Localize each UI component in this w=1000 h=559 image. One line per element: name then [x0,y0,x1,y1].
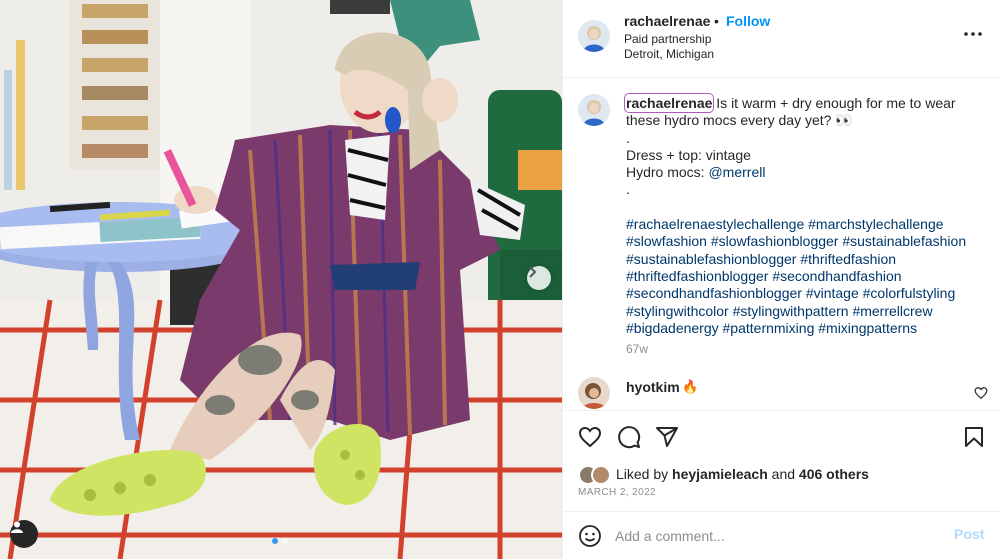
author-username[interactable]: rachaelrenae [624,13,710,29]
hashtag-line[interactable]: #rachaelrenaestylechallenge #marchstylec… [626,216,986,233]
comment-text: 🔥 [682,379,699,394]
post-photo[interactable] [0,0,562,559]
user-tag-icon [11,521,23,533]
user-tags-button[interactable] [10,520,38,548]
comment-icon[interactable] [617,425,641,449]
hashtag-line[interactable]: #secondhandfashionblogger #vintage #colo… [626,285,986,302]
post-header: rachaelrenae • Follow Paid partnership D… [563,0,1000,78]
emoji-icon[interactable] [578,524,602,548]
photo-illustration [0,0,562,559]
caption-username[interactable]: rachaelrenae [623,93,715,113]
next-slide-button[interactable] [527,266,551,290]
likes-prefix: Liked by [616,466,673,482]
avatar-image [578,94,610,126]
bookmark-icon[interactable] [962,425,986,449]
caption-text-line: Dress + top: vintage [626,146,751,163]
caption-author-avatar[interactable] [578,94,610,126]
hashtag-line[interactable]: #stylingwithcolor #stylingwithpattern #m… [626,303,986,320]
hashtag-line[interactable]: #thriftedfashionblogger #secondhandfashi… [626,268,986,285]
caption-text-line: . [626,129,630,146]
more-icon[interactable] [963,24,983,44]
author-avatar[interactable] [578,20,610,52]
likes-conjunction: and [767,466,799,482]
post-comment-button[interactable]: Post [954,526,984,542]
post-date[interactable]: MARCH 2, 2022 [578,487,656,498]
caption-text-line: Hydro mocs: [626,164,709,181]
caption-text-line: Is it warm + dry enough for me to wear [712,95,956,111]
mention-link[interactable]: @merrell [708,164,765,180]
caption-text-line: these hydro mocs every day yet? 👀 [626,112,853,129]
header-separator: • [714,13,719,29]
carousel-dot-2 [282,538,288,544]
location-link[interactable]: Detroit, Michigan [624,47,714,61]
comment-composer: Post [563,511,1000,559]
liked-by-avatars[interactable] [578,465,612,485]
liker-avatar [591,465,611,485]
avatar-image [578,377,610,409]
comment-like-heart-icon[interactable] [974,386,988,400]
follow-button[interactable]: Follow [726,13,770,29]
likes-summary: Liked by heyjamieleach and 406 others [616,466,869,482]
carousel-indicator [272,538,288,544]
comment-input[interactable] [615,524,945,548]
action-bar: Liked by heyjamieleach and 406 others MA… [563,410,1000,515]
comment-username[interactable]: hyotkim [626,379,680,395]
hashtag-line[interactable]: #sustainablefashionblogger #thriftedfash… [626,251,986,268]
paid-partnership-label[interactable]: Paid partnership [624,32,711,46]
caption-text-line: . [626,181,630,198]
hashtag-line[interactable]: #bigdadenergy #patternmixing #mixingpatt… [626,320,986,337]
chevron-right-icon [529,266,537,278]
heart-icon[interactable] [578,425,602,449]
avatar-image [578,20,610,52]
carousel-dot-1 [272,538,278,544]
hashtag-line[interactable]: #slowfashion #slowfashionblogger #sustai… [626,233,986,250]
share-icon[interactable] [655,425,679,449]
post-panel: rachaelrenae • Follow Paid partnership D… [562,0,1000,559]
likes-count[interactable]: 406 others [799,466,869,482]
post-caption: rachaelrenae Is it warm + dry enough for… [623,93,986,337]
commenter-avatar[interactable] [578,377,610,409]
liker-username[interactable]: heyjamieleach [672,466,768,482]
comments-section[interactable]: rachaelrenae Is it warm + dry enough for… [563,78,1000,410]
post-age[interactable]: 67w [626,342,648,356]
